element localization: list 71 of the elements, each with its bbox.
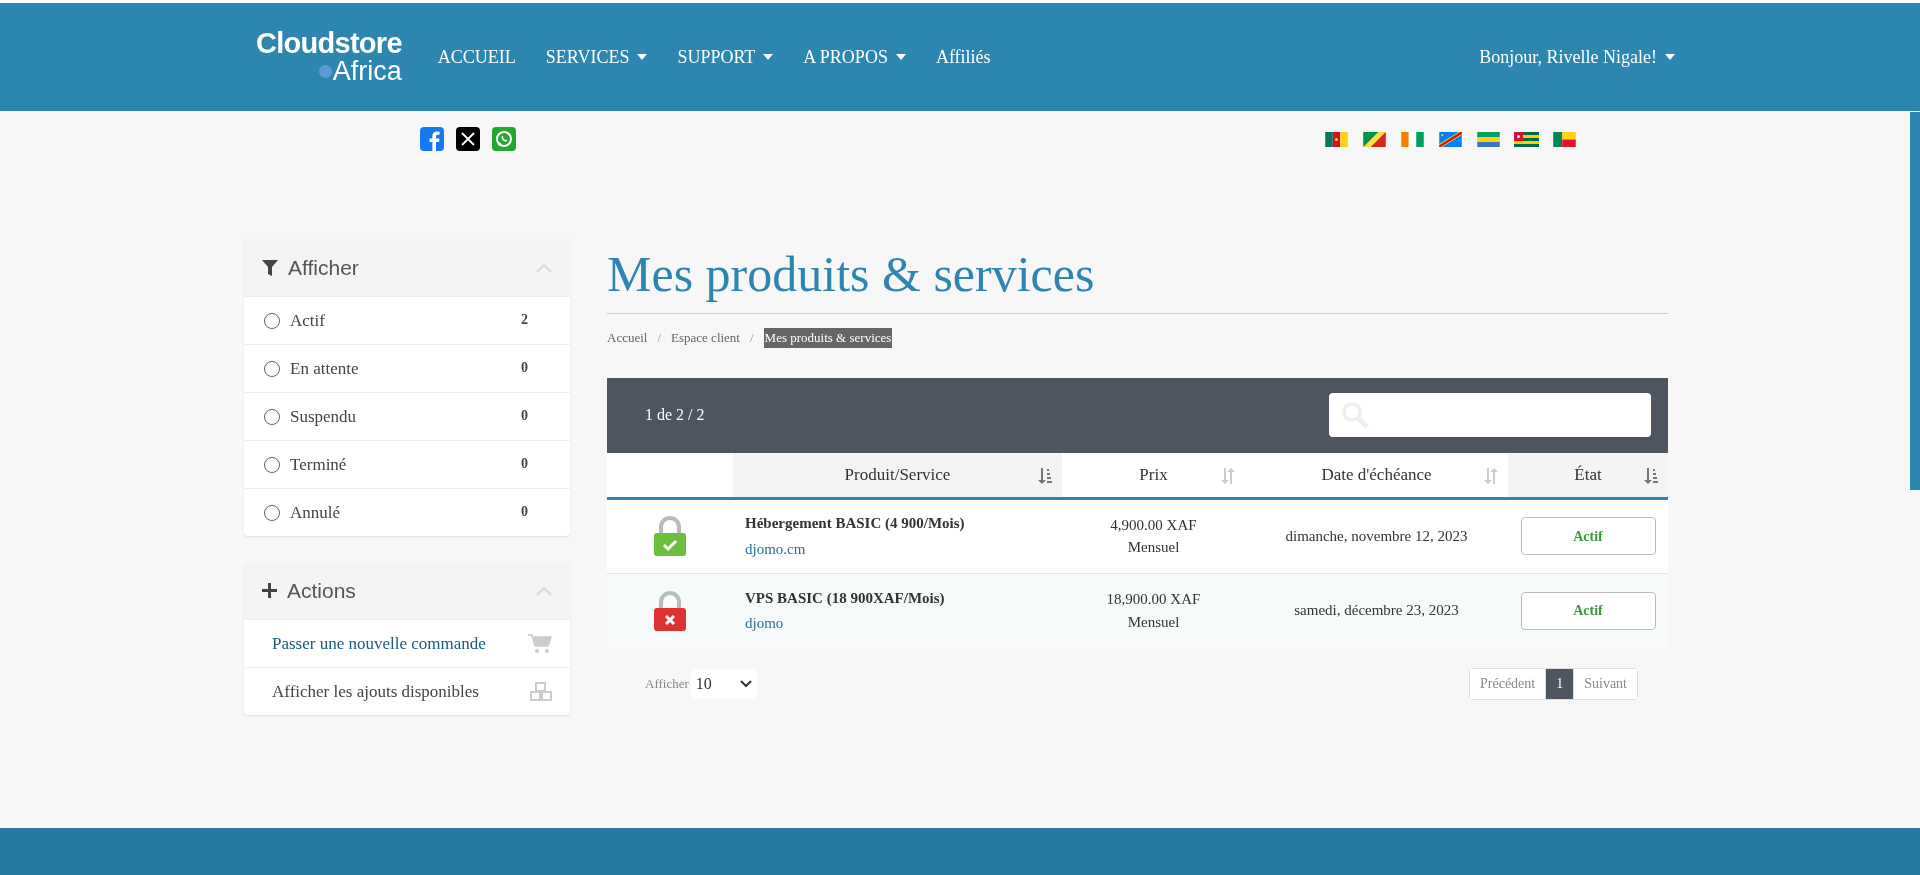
count-label: 0 xyxy=(521,407,528,425)
flag-icon[interactable] xyxy=(1438,131,1463,147)
flag-icon[interactable] xyxy=(1514,131,1539,147)
table-info: 1 de 2 / 2 xyxy=(645,405,705,425)
chevron-down-icon xyxy=(739,679,752,688)
column-header[interactable]: Date d'échéance xyxy=(1245,452,1508,497)
status-label: Actif xyxy=(1520,517,1656,555)
price-text: 18,900.00 XAF xyxy=(1106,590,1201,609)
pagination-button[interactable]: 1 xyxy=(1545,668,1574,699)
page-length-label: Afficher xyxy=(645,674,689,693)
billing-cycle: Mensuel xyxy=(1127,612,1180,632)
count-label: 0 xyxy=(521,455,528,473)
table-row[interactable]: VPS BASIC (18 900XAF/Mois) djomo 18,900.00 XAF Mensuel samedi, décembre 23, 2023 Actif xyxy=(607,573,1668,648)
page-length-select[interactable]: 10 xyxy=(690,668,757,699)
billing-cycle: Mensuel xyxy=(1127,538,1180,557)
nav-link[interactable]: ACCUEIL xyxy=(437,43,516,71)
pagination-button[interactable]: Précédent xyxy=(1470,668,1546,699)
nav-link[interactable]: A PROPOS xyxy=(803,43,906,71)
filter-item[interactable]: Terminé 0 xyxy=(244,440,570,488)
x-logo-icon[interactable] xyxy=(456,127,480,151)
count-label: 0 xyxy=(521,503,528,521)
nav-link[interactable]: Affiliés xyxy=(935,43,991,71)
filter-item[interactable]: Actif 2 xyxy=(244,296,570,344)
column-header[interactable]: Prix xyxy=(1062,452,1245,497)
filter-item[interactable]: En attente 0 xyxy=(244,344,570,392)
action-item[interactable]: Afficher les ajouts disponibles xyxy=(244,667,570,715)
page-title: Mes produits & services xyxy=(607,239,1668,314)
due-date: dimanche, novembre 12, 2023 xyxy=(1285,526,1468,546)
flag-icon[interactable] xyxy=(1476,131,1501,147)
filter-item[interactable]: Suspendu 0 xyxy=(244,392,570,440)
plus-icon xyxy=(262,583,277,598)
column-header[interactable]: État xyxy=(1508,452,1668,497)
count-label: 2 xyxy=(521,311,528,329)
flag-icon[interactable] xyxy=(1324,131,1349,147)
domain-link[interactable]: djomo.cm xyxy=(745,537,1062,560)
flag-icon[interactable] xyxy=(1362,131,1387,147)
flag-icon[interactable] xyxy=(1400,131,1425,147)
action-item[interactable]: Passer une nouvelle commande xyxy=(244,619,570,667)
domain-link[interactable]: djomo xyxy=(745,612,1062,635)
cubes-icon xyxy=(530,681,552,702)
padlock-icon xyxy=(653,516,687,556)
nav-link[interactable]: SUPPORT xyxy=(677,43,774,71)
due-date: samedi, décembre 23, 2023 xyxy=(1294,601,1459,621)
product-name: Hébergement BASIC (4 900/Mois) xyxy=(745,514,966,533)
column-header[interactable]: Produit/Service xyxy=(733,452,1062,497)
product-name: VPS BASIC (18 900XAF/Mois) xyxy=(745,588,946,608)
breadcrumb-separator: / xyxy=(657,329,662,347)
padlock-icon xyxy=(653,590,687,631)
price-text: 4,900.00 XAF xyxy=(1110,515,1197,535)
whatsapp-icon[interactable] xyxy=(492,127,516,151)
user-menu[interactable]: Bonjour, Rivelle Nigale! xyxy=(1479,43,1675,71)
logo[interactable]: Cloudstore Africa xyxy=(256,29,402,85)
breadcrumb-link[interactable]: Espace client xyxy=(671,328,740,348)
panel-title: Afficher xyxy=(288,254,359,281)
breadcrumb-link[interactable]: Accueil xyxy=(607,328,648,348)
breadcrumb-link[interactable]: Mes produits & services xyxy=(763,328,893,348)
search-field[interactable] xyxy=(1329,393,1651,437)
pagination-button[interactable]: Suivant xyxy=(1573,668,1637,699)
panel-title: Actions xyxy=(287,577,356,604)
nav-link[interactable]: SERVICES xyxy=(545,43,648,71)
flag-icon[interactable] xyxy=(1552,131,1577,147)
cart-icon xyxy=(528,633,552,654)
table-row[interactable]: Hébergement BASIC (4 900/Mois) djomo.cm 4,900.00 XAF Mensuel dimanche, novembre 12, 2023 Actif xyxy=(607,499,1668,574)
filter-item[interactable]: Annulé 0 xyxy=(244,488,570,536)
count-label: 0 xyxy=(521,359,528,377)
filter-icon xyxy=(262,259,278,276)
sort-icon[interactable] xyxy=(1038,467,1052,484)
breadcrumb-separator: / xyxy=(750,329,754,347)
facebook-icon[interactable] xyxy=(420,127,444,151)
status-label: Actif xyxy=(1520,591,1656,630)
sort-icon[interactable] xyxy=(1644,467,1658,484)
